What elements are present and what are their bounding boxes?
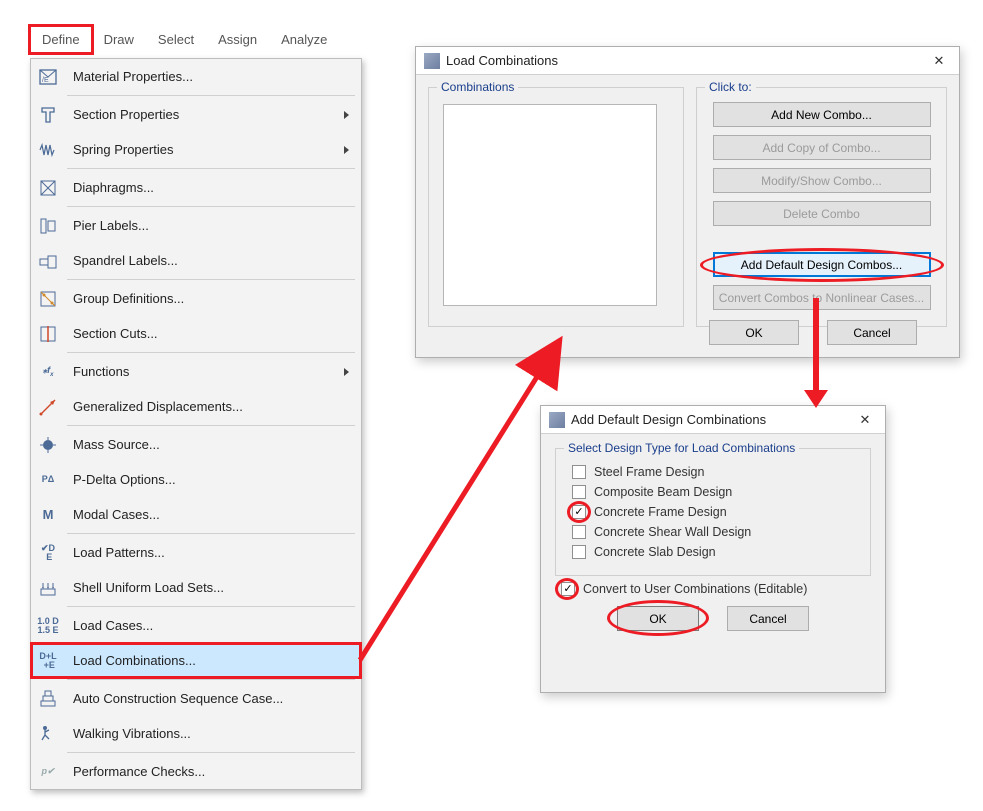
menubar-item-assign[interactable]: Assign: [206, 26, 269, 53]
menu-item-autocons[interactable]: Auto Construction Sequence Case...: [31, 681, 361, 716]
menubar-item-analyze[interactable]: Analyze: [269, 26, 339, 53]
design-option-row: Concrete Slab Design: [572, 545, 860, 559]
menu-item-material[interactable]: /E Material Properties...: [31, 59, 361, 94]
design-option-label: Concrete Shear Wall Design: [594, 525, 751, 539]
submenu-arrow-icon: [344, 146, 349, 154]
menu-item-walk[interactable]: Walking Vibrations...: [31, 716, 361, 751]
menu-item-label: Diaphragms...: [65, 180, 349, 195]
section-icon: [31, 105, 65, 125]
menu-item-label: Spring Properties: [65, 142, 344, 157]
ok-button[interactable]: OK: [617, 606, 699, 631]
menu-item-label: Spandrel Labels...: [65, 253, 349, 268]
close-button[interactable]: ✕: [853, 410, 877, 430]
annotation-arrow-1: [300, 280, 600, 680]
add-default-combos-button[interactable]: Add Default Design Combos...: [713, 252, 931, 277]
pdelta-icon: PΔ: [31, 475, 65, 484]
menu-item-diaphragm[interactable]: Diaphragms...: [31, 170, 361, 205]
loadpattern-icon: ✔D E: [31, 544, 65, 562]
loadcombo-icon: D+L +E: [31, 652, 65, 670]
loadcase-icon: 1.0 D1.5 E: [31, 617, 65, 635]
design-option-label: Concrete Slab Design: [594, 545, 716, 559]
app-icon: [424, 53, 440, 69]
submenu-arrow-icon: [344, 111, 349, 119]
menu-item-label: Section Properties: [65, 107, 344, 122]
dialog-title: Add Default Design Combinations: [571, 412, 853, 427]
design-option-row: Concrete Shear Wall Design: [572, 525, 860, 539]
pier-icon: [31, 216, 65, 236]
design-option-label: Steel Frame Design: [594, 465, 704, 479]
design-option-label: Concrete Frame Design: [594, 505, 727, 519]
menu-separator: [67, 206, 355, 207]
annotation-arrow-2: [796, 294, 836, 410]
design-option-row: Composite Beam Design: [572, 485, 860, 499]
displace-icon: [31, 397, 65, 417]
mass-icon: [31, 435, 65, 455]
close-button[interactable]: ✕: [927, 51, 951, 71]
shell-icon: [31, 578, 65, 598]
menu-item-pier[interactable]: Pier Labels...: [31, 208, 361, 243]
ok-button[interactable]: OK: [709, 320, 799, 345]
menu-item-label: Walking Vibrations...: [65, 726, 349, 741]
add-copy-combo-button[interactable]: Add Copy of Combo...: [713, 135, 931, 160]
modify-combo-button[interactable]: Modify/Show Combo...: [713, 168, 931, 193]
titlebar: Load Combinations ✕: [416, 47, 959, 75]
cancel-button[interactable]: Cancel: [827, 320, 917, 345]
group-icon: [31, 289, 65, 309]
autocons-icon: [31, 689, 65, 709]
menubar-item-define[interactable]: Define: [30, 26, 92, 53]
menu-item-perf[interactable]: p✔Performance Checks...: [31, 754, 361, 789]
spandrel-icon: [31, 251, 65, 271]
combinations-legend: Combinations: [437, 80, 518, 94]
svg-text:/E: /E: [42, 77, 49, 84]
design-option-label: Composite Beam Design: [594, 485, 732, 499]
menu-separator: [67, 95, 355, 96]
delete-combo-button[interactable]: Delete Combo: [713, 201, 931, 226]
convert-to-user-label: Convert to User Combinations (Editable): [583, 582, 807, 596]
walk-icon: [31, 724, 65, 744]
menu-item-label: Pier Labels...: [65, 218, 349, 233]
menubar-item-draw[interactable]: Draw: [92, 26, 146, 53]
menu-item-section[interactable]: Section Properties: [31, 97, 361, 132]
material-icon: /E: [31, 67, 65, 87]
cut-icon: [31, 324, 65, 344]
menubar: Define Draw Select Assign Analyze: [30, 26, 339, 53]
combinations-listbox[interactable]: [443, 104, 657, 306]
fx-icon: ⁎fx: [31, 366, 65, 378]
menu-item-spring[interactable]: Spring Properties: [31, 132, 361, 167]
menu-separator: [67, 752, 355, 753]
dialog-title: Load Combinations: [446, 53, 927, 68]
spring-icon: [31, 140, 65, 160]
perf-icon: p✔: [31, 767, 65, 776]
cancel-button[interactable]: Cancel: [727, 606, 809, 631]
clickto-legend: Click to:: [705, 80, 756, 94]
design-option-row: Steel Frame Design: [572, 465, 860, 479]
menu-separator: [67, 168, 355, 169]
menu-item-label: Auto Construction Sequence Case...: [65, 691, 349, 706]
design-option-row: Concrete Frame Design: [572, 505, 860, 519]
add-new-combo-button[interactable]: Add New Combo...: [713, 102, 931, 127]
modal-icon: M: [31, 508, 65, 521]
menu-item-spandrel[interactable]: Spandrel Labels...: [31, 243, 361, 278]
menu-item-label: Material Properties...: [65, 69, 349, 84]
diaphragm-icon: [31, 178, 65, 198]
menu-item-label: Performance Checks...: [65, 764, 349, 779]
menubar-item-select[interactable]: Select: [146, 26, 206, 53]
